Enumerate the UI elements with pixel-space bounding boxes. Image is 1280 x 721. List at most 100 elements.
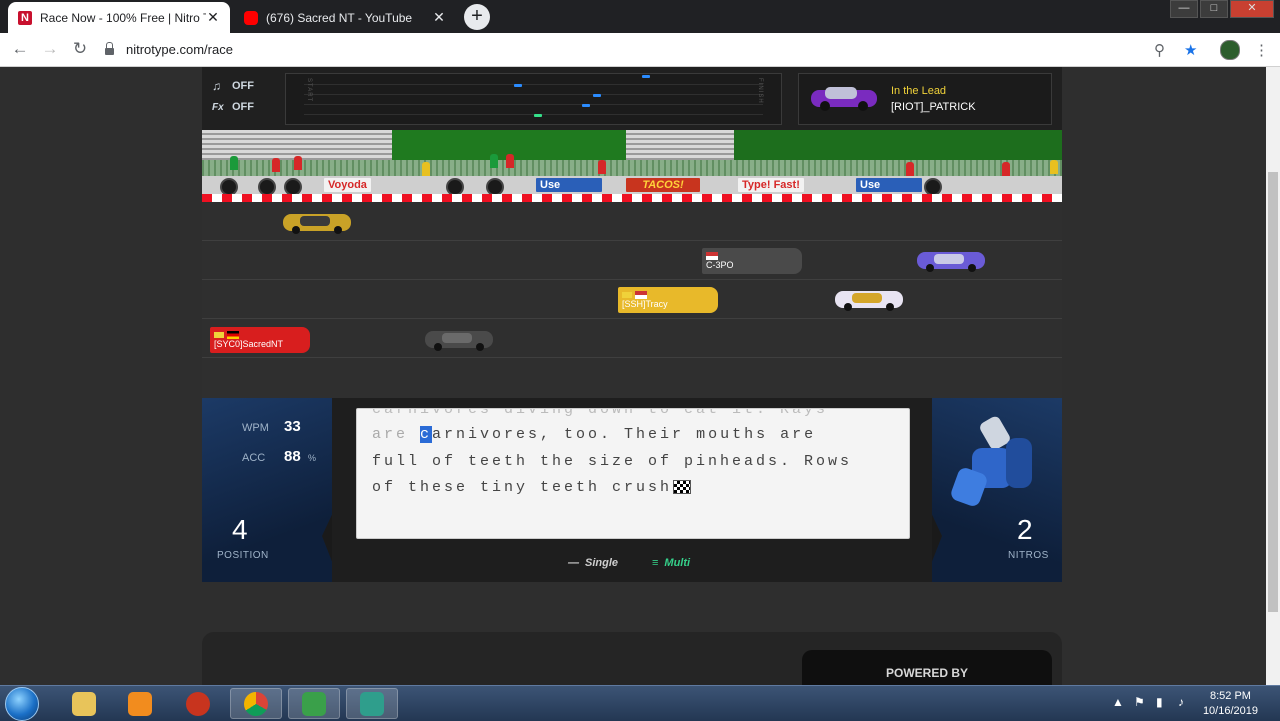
back-arrow-icon[interactable]: ← <box>10 39 30 59</box>
racer-car-icon <box>917 252 985 272</box>
url-text: nitrotype.com/race <box>126 42 233 57</box>
grandstand <box>626 130 734 160</box>
multi-mode-icon: ≡ <box>652 557 659 569</box>
text-line-previous: carnivores diving down to eat it. Rays <box>372 408 829 418</box>
close-window-button[interactable]: ✕ <box>1230 0 1274 18</box>
url-field[interactable]: nitrotype.com/race <box>105 37 1175 62</box>
typing-text-box[interactable]: carnivores diving down to eat it. Rays a… <box>356 408 910 539</box>
mode-multi[interactable]: ≡ Multi <box>652 557 690 569</box>
new-tab-button[interactable]: + <box>464 4 490 30</box>
text-line: full of teeth the size of pinheads. Rows <box>372 453 853 470</box>
maximize-button[interactable]: □ <box>1200 0 1228 18</box>
start-label: START <box>306 78 312 103</box>
wpm-value: 33 <box>284 418 301 435</box>
spectator <box>490 154 498 168</box>
ad-use: Use <box>536 178 602 192</box>
spectator <box>422 162 430 176</box>
taskbar-explorer[interactable] <box>58 688 110 719</box>
track-kerb <box>202 194 1062 202</box>
racer-car-icon <box>283 214 351 234</box>
germany-flag-icon <box>227 330 239 339</box>
tab-nitro-type[interactable]: N Race Now - 100% Free | Nitro Type ✕ <box>8 2 230 33</box>
tab-youtube[interactable]: (676) Sacred NT - YouTube ✕ <box>234 2 456 33</box>
ad-typefast: Type! Fast! <box>738 178 804 192</box>
lower-section: POWERED BY <box>202 632 1062 685</box>
tab-title: (676) Sacred NT - YouTube <box>266 10 413 25</box>
tab-close-icon[interactable]: ✕ <box>206 9 220 26</box>
ad-tacos: TACOS! <box>626 178 700 192</box>
taskbar-chrome[interactable] <box>230 688 282 719</box>
powered-by-banner: POWERED BY <box>802 650 1052 685</box>
progress-marker <box>514 84 522 87</box>
untyped-text: arnivores, too. Their mouths are <box>432 426 817 443</box>
spectator <box>1050 160 1058 174</box>
minimize-button[interactable]: — <box>1170 0 1198 18</box>
music-note-icon: ♫ <box>212 79 221 93</box>
bookmark-star-icon[interactable]: ★ <box>1184 41 1197 59</box>
app-icon <box>186 691 210 716</box>
chrome-icon <box>244 691 268 716</box>
text-line-current: are carnivores, too. Their mouths are <box>372 426 816 443</box>
taskbar-recorder[interactable] <box>346 688 398 719</box>
tray-show-hidden-icon[interactable]: ▲ <box>1112 695 1124 709</box>
acc-value: 88 <box>284 448 301 465</box>
start-button[interactable] <box>5 687 39 721</box>
spectator <box>506 154 514 168</box>
zoom-icon[interactable]: ⚲ <box>1154 41 1165 59</box>
leader-name: [RIOT]_PATRICK <box>891 101 976 113</box>
racer-name: [SSH]Tracy <box>622 299 668 309</box>
spectator <box>294 156 302 170</box>
nitros-label: NITROS <box>1008 550 1049 561</box>
race-dashboard: WPM 33 ACC 88 % 4 POSITION 2 NITROS carn… <box>202 398 1062 582</box>
volume-icon[interactable]: ♪ <box>1178 695 1184 709</box>
forward-arrow-icon[interactable]: → <box>40 39 60 59</box>
typed-text: are <box>372 426 421 443</box>
us-flag-icon <box>635 290 647 299</box>
action-center-flag-icon[interactable]: ⚑ <box>1134 695 1145 709</box>
tab-close-icon[interactable]: ✕ <box>432 9 446 26</box>
position-label: POSITION <box>217 550 269 561</box>
spectator <box>906 162 914 176</box>
address-bar: ← → ↻ nitrotype.com/race ⚲ ★ ⋮ <box>0 33 1280 67</box>
track-scenery: Voyoda Use TACOS! Type! Fast! Use <box>202 130 1062 202</box>
racer-name: C-3PO <box>706 260 734 270</box>
taskbar-windows-app[interactable] <box>288 688 340 719</box>
us-flag-icon <box>706 251 718 260</box>
tab-title: Race Now - 100% Free | Nitro Type <box>40 10 206 25</box>
window-controls: — □ ✕ <box>1168 0 1274 18</box>
system-clock[interactable]: 8:52 PM 10/16/2019 <box>1203 689 1258 719</box>
self-car-icon <box>425 331 493 351</box>
windows-taskbar: ▲ ⚑ ▮ ♪ 8:52 PM 10/16/2019 <box>0 685 1280 721</box>
mode-single[interactable]: — Single <box>568 557 618 569</box>
progress-marker <box>642 75 650 78</box>
taskbar-app[interactable] <box>172 688 224 719</box>
clock-date: 10/16/2019 <box>1202 705 1258 717</box>
lock-icon <box>105 42 114 55</box>
fx-toggle[interactable]: Fx OFF <box>212 101 254 113</box>
position-value: 4 <box>232 514 248 545</box>
wpm-label: WPM <box>242 422 269 434</box>
reload-icon[interactable]: ↻ <box>70 39 90 59</box>
menu-dots-icon[interactable]: ⋮ <box>1254 41 1269 59</box>
spectator <box>230 156 238 170</box>
browser-tab-bar: N Race Now - 100% Free | Nitro Type ✕ (6… <box>0 0 1280 33</box>
typing-cursor: c <box>420 426 433 443</box>
ad-use: Use <box>856 178 922 192</box>
leader-label: In the Lead <box>891 85 947 97</box>
network-icon[interactable]: ▮ <box>1156 695 1163 709</box>
taskbar-media-player[interactable] <box>114 688 166 719</box>
music-toggle[interactable]: ♫ OFF <box>212 79 254 93</box>
ad-voyoda: Voyoda <box>324 178 371 192</box>
progress-marker <box>582 104 590 107</box>
scrollbar-thumb[interactable] <box>1268 172 1278 612</box>
fence <box>202 160 1062 176</box>
finish-flag-icon <box>673 480 692 495</box>
page-scrollbar[interactable] <box>1266 67 1280 685</box>
acc-unit: % <box>308 453 317 463</box>
windows-app-icon <box>302 691 326 716</box>
racer-tag: [SSH]Tracy <box>618 287 718 313</box>
profile-avatar[interactable] <box>1220 40 1240 60</box>
lane-3: [SSH]Tracy <box>202 280 1062 319</box>
progress-marker <box>593 94 601 97</box>
nitro-type-badge-icon <box>622 291 632 298</box>
